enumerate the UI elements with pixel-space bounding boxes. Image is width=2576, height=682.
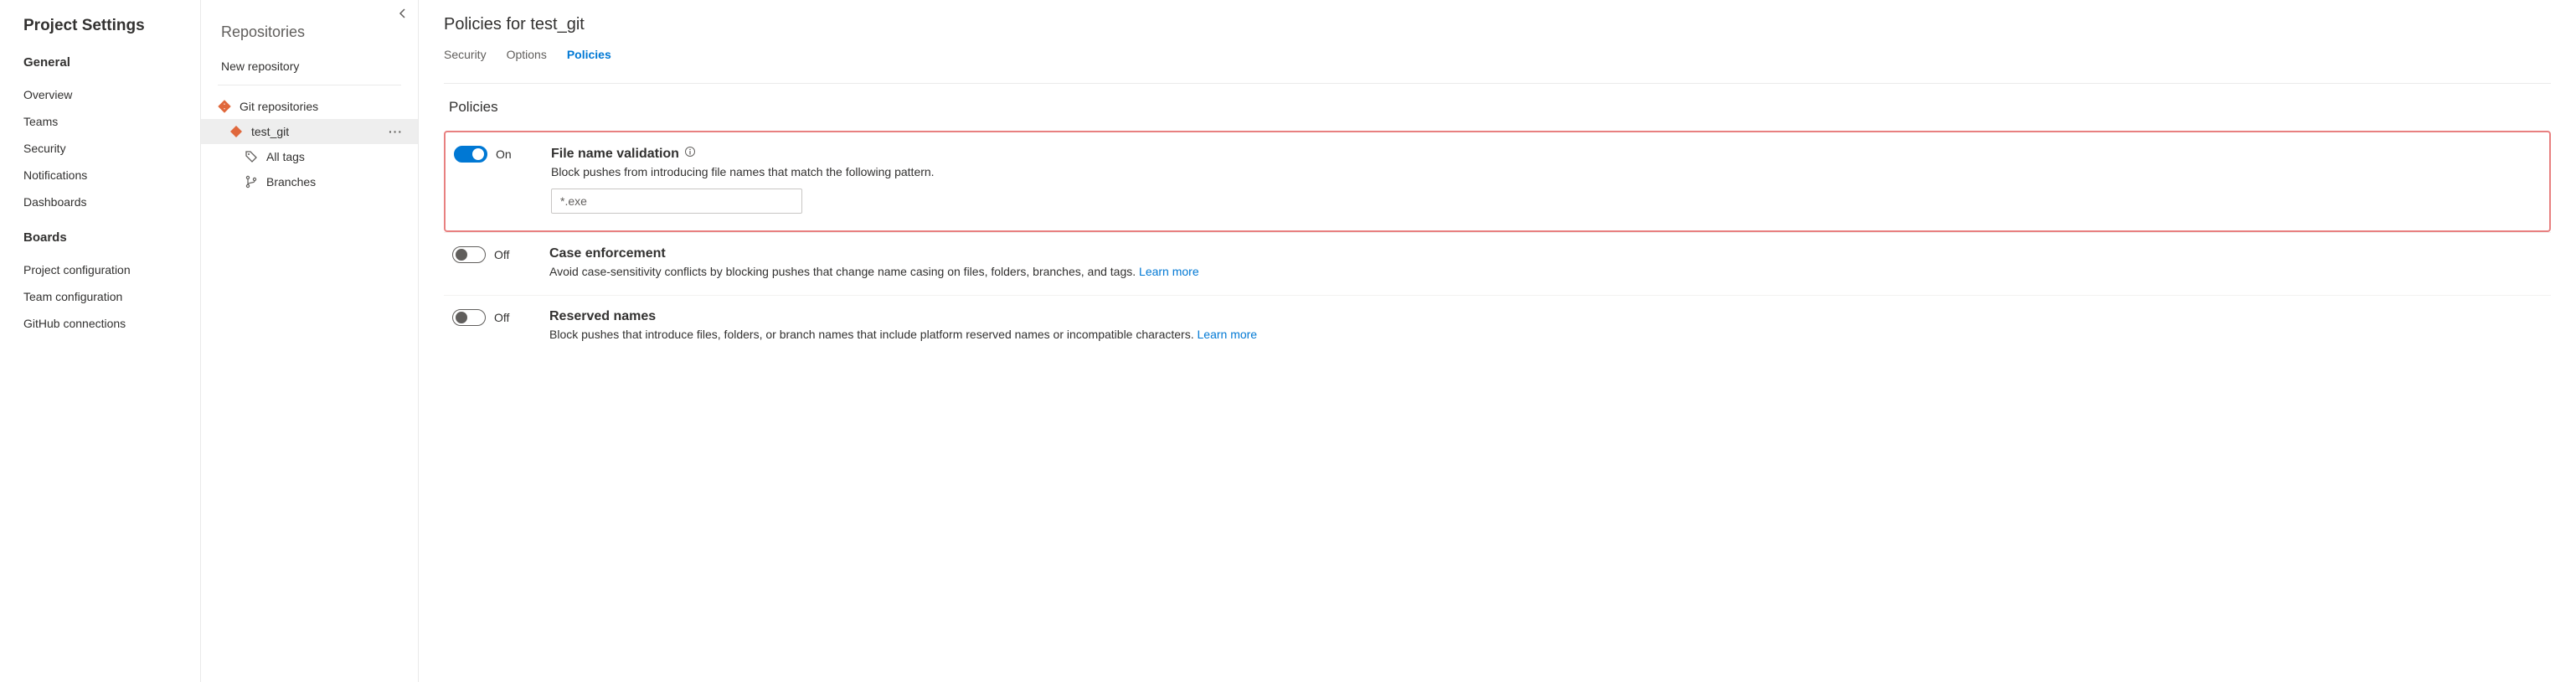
more-actions-icon[interactable]: ···: [384, 125, 408, 138]
file-name-pattern-input[interactable]: [551, 189, 802, 214]
policy-description-text: Block pushes that introduce files, folde…: [549, 328, 1198, 341]
tree-branches[interactable]: Branches: [201, 169, 418, 194]
tree-git-repositories[interactable]: Git repositories: [201, 94, 418, 119]
tag-icon: [245, 150, 258, 163]
settings-sidebar: Project Settings General Overview Teams …: [0, 0, 201, 682]
tree-all-tags[interactable]: All tags: [201, 144, 418, 169]
policy-case-enforcement: Off Case enforcement Avoid case-sensitiv…: [444, 232, 2551, 295]
nav-project-config[interactable]: Project configuration: [23, 256, 200, 283]
tree-label: Git repositories: [240, 100, 408, 113]
tree-label: test_git: [251, 125, 375, 138]
toggle-state-label: Off: [494, 311, 509, 324]
policies-heading: Policies: [444, 99, 2551, 116]
info-icon[interactable]: [684, 146, 696, 162]
branch-icon: [245, 175, 258, 189]
git-icon: [218, 100, 231, 113]
policies-panel: Policies On File name validation Block p…: [444, 83, 2551, 358]
tree-repo-test-git[interactable]: test_git ···: [201, 119, 418, 144]
learn-more-link[interactable]: Learn more: [1198, 328, 1258, 341]
repositories-title: Repositories: [201, 8, 418, 53]
toggle-group: On: [454, 146, 529, 163]
nav-team-config[interactable]: Team configuration: [23, 283, 200, 310]
tab-security[interactable]: Security: [444, 44, 487, 65]
main-content: Policies for test_git Security Options P…: [419, 0, 2576, 682]
nav-notifications[interactable]: Notifications: [23, 162, 200, 189]
policy-title: Case enforcement: [549, 246, 2543, 261]
tab-policies[interactable]: Policies: [567, 44, 611, 65]
collapse-panel-icon[interactable]: [396, 7, 410, 23]
policy-title-text: File name validation: [551, 147, 679, 162]
new-repository-link[interactable]: New repository: [201, 53, 418, 80]
policy-body: Case enforcement Avoid case-sensitivity …: [549, 246, 2543, 278]
tree-label: All tags: [266, 150, 408, 163]
nav-github-conn[interactable]: GitHub connections: [23, 310, 200, 337]
policy-description: Block pushes that introduce files, folde…: [549, 328, 2543, 341]
policy-description: Block pushes from introducing file names…: [551, 165, 2541, 178]
learn-more-link[interactable]: Learn more: [1139, 265, 1199, 278]
toggle-reserved-names[interactable]: [452, 309, 486, 326]
toggle-state-label: On: [496, 147, 512, 161]
section-header-general: General: [23, 55, 200, 70]
policy-body: Reserved names Block pushes that introdu…: [549, 309, 2543, 341]
policy-title: Reserved names: [549, 309, 2543, 324]
repositories-panel: Repositories New repository Git reposito…: [201, 0, 419, 682]
toggle-state-label: Off: [494, 248, 509, 261]
policy-reserved-names: Off Reserved names Block pushes that int…: [444, 295, 2551, 358]
nav-teams[interactable]: Teams: [23, 108, 200, 135]
toggle-group: Off: [452, 309, 528, 326]
nav-overview[interactable]: Overview: [23, 81, 200, 108]
tab-options[interactable]: Options: [507, 44, 547, 65]
git-icon: [229, 125, 243, 138]
tree-label: Branches: [266, 175, 408, 189]
policy-body: File name validation Block pushes from i…: [551, 146, 2541, 214]
main-title: Policies for test_git: [444, 15, 2551, 34]
section-header-boards: Boards: [23, 230, 200, 245]
nav-dashboards[interactable]: Dashboards: [23, 189, 200, 215]
tab-bar: Security Options Policies: [444, 44, 2551, 65]
policy-description-text: Avoid case-sensitivity conflicts by bloc…: [549, 265, 1139, 278]
toggle-case-enforcement[interactable]: [452, 246, 486, 263]
page-title: Project Settings: [23, 17, 200, 35]
policy-description: Avoid case-sensitivity conflicts by bloc…: [549, 265, 2543, 278]
policy-file-name-validation: On File name validation Block pushes fro…: [444, 131, 2551, 232]
toggle-file-name-validation[interactable]: [454, 146, 487, 163]
nav-security[interactable]: Security: [23, 135, 200, 162]
toggle-group: Off: [452, 246, 528, 263]
policy-title: File name validation: [551, 146, 2541, 162]
